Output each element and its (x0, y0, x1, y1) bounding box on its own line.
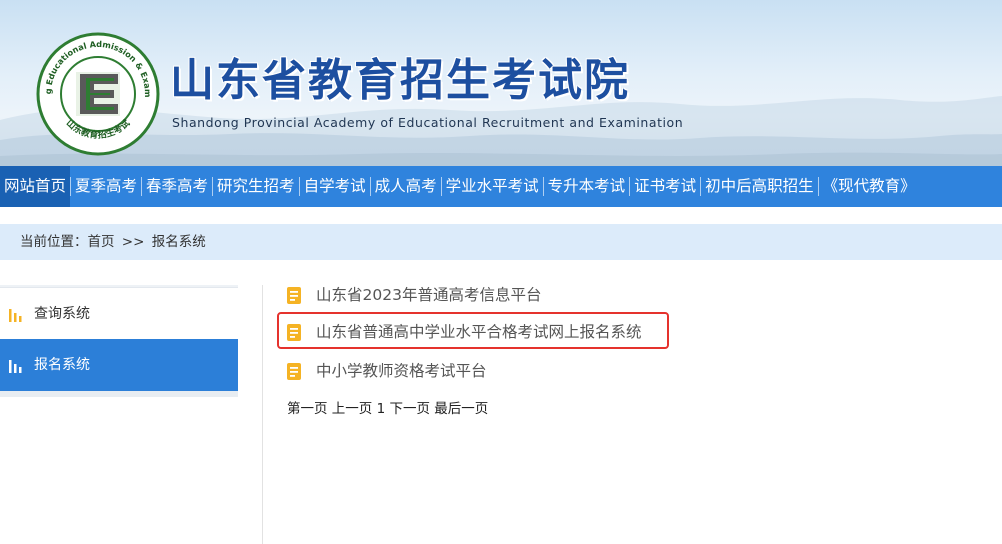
pager-last-button[interactable]: 最后一页 (434, 401, 488, 417)
list-item-label: 中小学教师资格考试平台 (316, 362, 487, 380)
breadcrumb-current[interactable]: 报名系统 (152, 234, 206, 250)
nav-item-upgrade-exam[interactable]: 专升本考试 (544, 166, 630, 207)
bar-chart-icon (9, 309, 22, 322)
breadcrumb-home-link[interactable]: 首页 (88, 234, 115, 250)
site-subtitle: Shandong Provincial Academy of Education… (172, 115, 684, 130)
nav-item-vocational-admission[interactable]: 初中后高职招生 (701, 166, 818, 207)
content-divider (262, 285, 263, 544)
breadcrumb: 当前位置：首页 >> 报名系统 (0, 224, 1002, 260)
breadcrumb-prefix: 当前位置： (20, 234, 88, 250)
sidebar-item-registration-system[interactable]: 报名系统 (0, 339, 238, 391)
pager-first-button[interactable]: 第一页 (287, 401, 328, 417)
pager-prev-button[interactable]: 上一页 (332, 401, 373, 417)
nav-item-certificate-exam[interactable]: 证书考试 (630, 166, 700, 207)
main-nav: 网站首页 夏季高考 春季高考 研究生招考 自学考试 成人高考 学业水平考试 专升… (0, 166, 1002, 207)
breadcrumb-separator: >> (121, 234, 145, 250)
academy-logo: Shandong Educational Admission & Examina… (36, 32, 160, 156)
sidebar-item-label: 查询系统 (34, 306, 90, 322)
document-icon (287, 287, 301, 304)
nav-item-adult-exam[interactable]: 成人高考 (371, 166, 441, 207)
nav-item-modern-education[interactable]: 《现代教育》 (819, 166, 920, 207)
nav-item-graduate-exam[interactable]: 研究生招考 (213, 166, 299, 207)
site-title: 山东省教育招生考试院 (170, 55, 630, 106)
pagination: 第一页 上一页 1 下一页 最后一页 (287, 398, 488, 420)
nav-item-home[interactable]: 网站首页 (0, 166, 71, 207)
sidebar-item-query-system[interactable]: 查询系统 (0, 287, 238, 339)
pager-next-button[interactable]: 下一页 (389, 401, 430, 417)
document-icon (287, 363, 301, 380)
sidebar-bottom-border (0, 391, 238, 397)
sidebar: 查询系统 报名系统 (0, 285, 238, 397)
nav-item-proficiency-exam[interactable]: 学业水平考试 (442, 166, 543, 207)
highlight-box (277, 312, 669, 349)
site-header: Shandong Educational Admission & Examina… (0, 0, 1002, 166)
sidebar-item-label: 报名系统 (34, 357, 90, 373)
bar-chart-icon (9, 360, 22, 373)
nav-item-spring-exam[interactable]: 春季高考 (142, 166, 212, 207)
nav-item-self-study-exam[interactable]: 自学考试 (300, 166, 370, 207)
list-item-label: 山东省2023年普通高考信息平台 (316, 286, 542, 304)
pager-current-page: 1 (376, 401, 386, 417)
nav-item-summer-exam[interactable]: 夏季高考 (71, 166, 141, 207)
